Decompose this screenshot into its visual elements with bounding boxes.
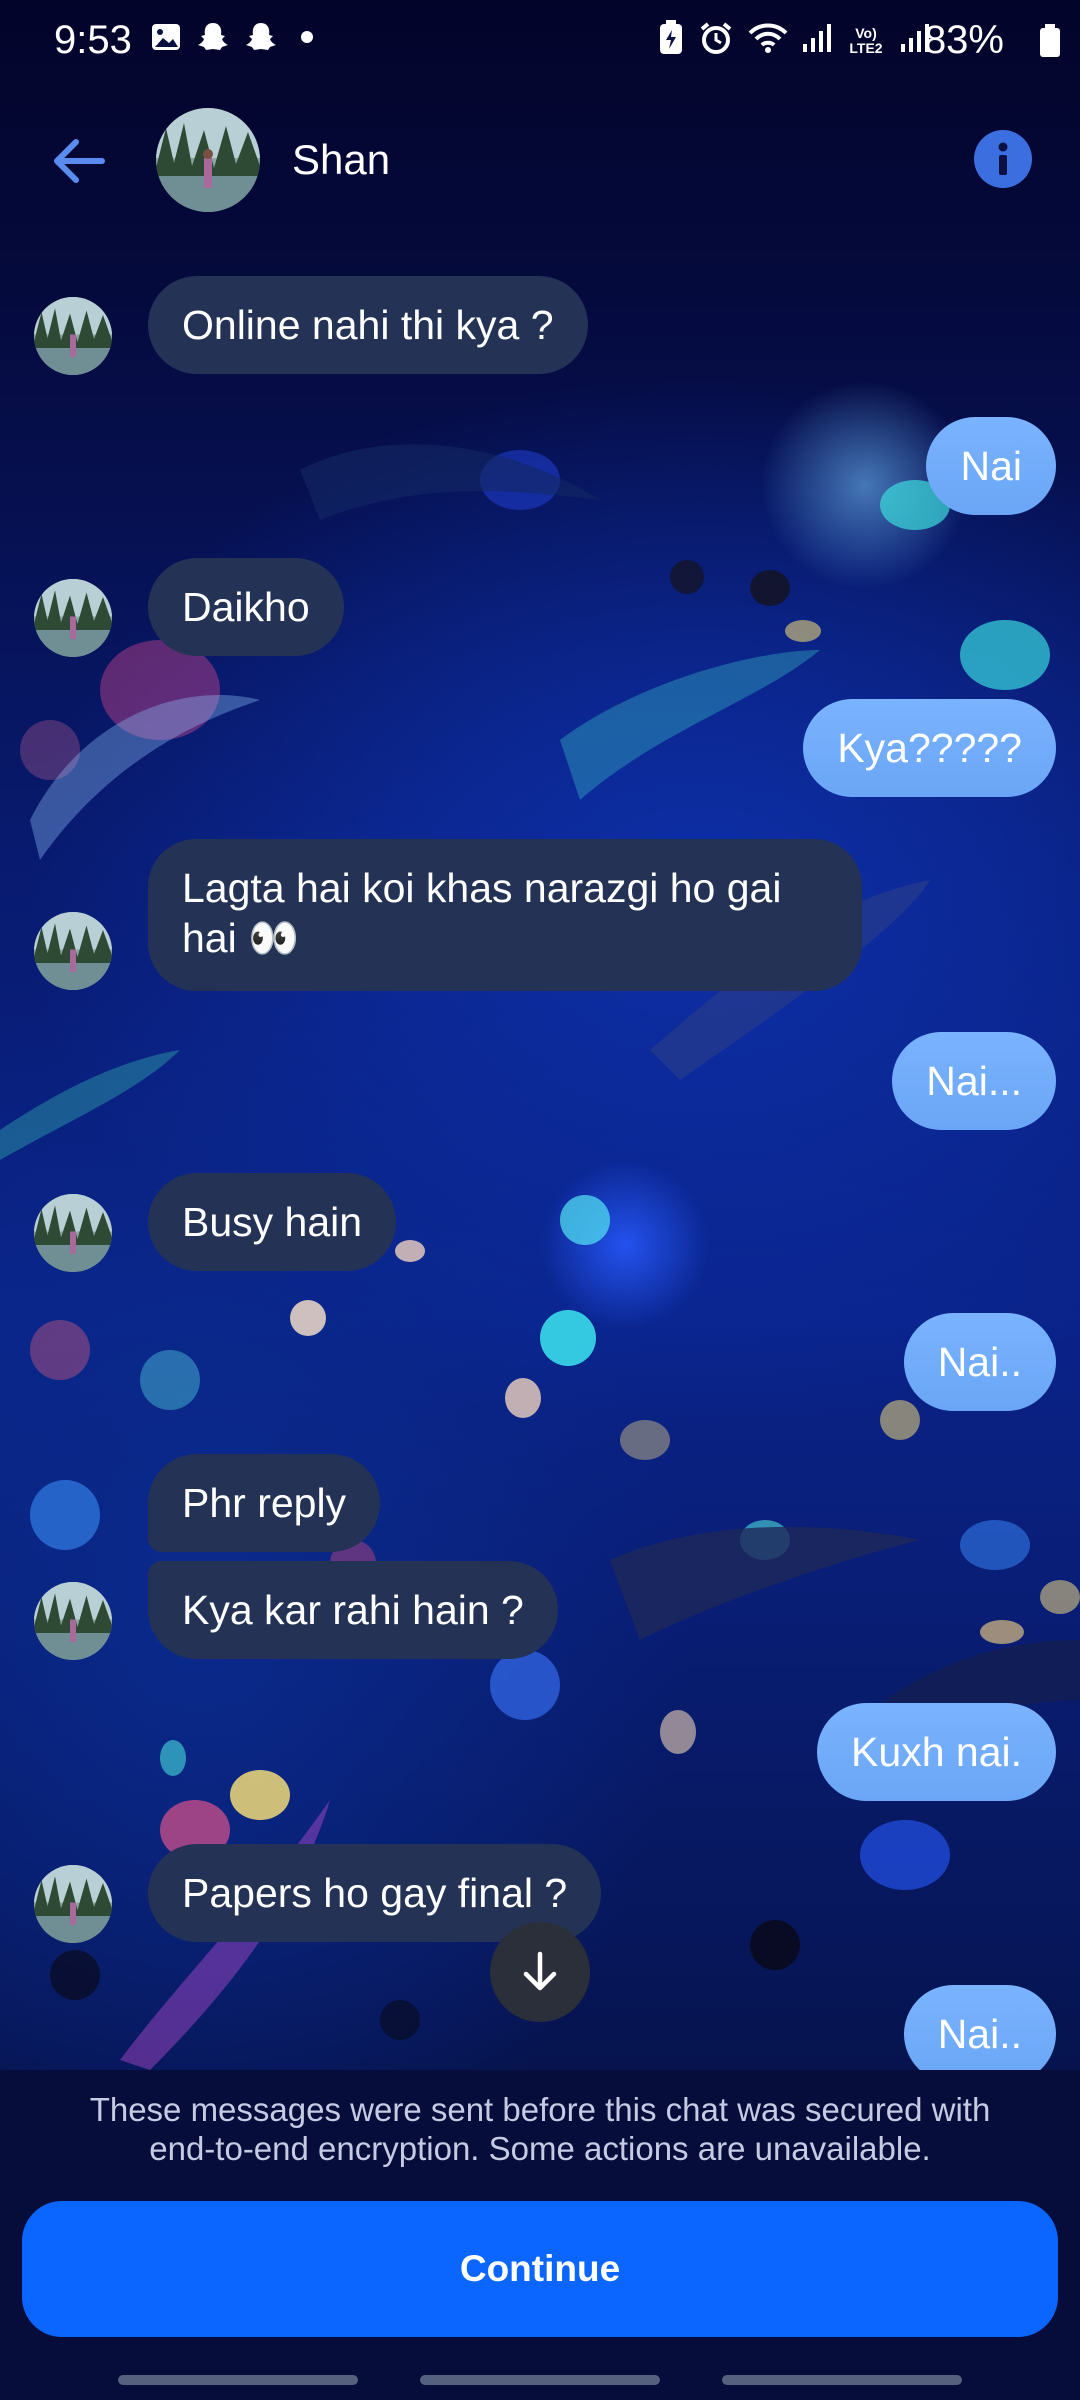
message-bubble-outgoing[interactable]: Nai..	[903, 1313, 1056, 1411]
sender-avatar[interactable]	[34, 1865, 112, 1943]
encryption-footer: These messages were sent before this cha…	[0, 2070, 1080, 2400]
message-list[interactable]: Online nahi thi kya ? Nai Daikho Kya????…	[0, 0, 1080, 2070]
message-bubble-outgoing[interactable]: Kuxh nai.	[817, 1703, 1056, 1801]
sender-avatar[interactable]	[34, 297, 112, 375]
nav-home[interactable]	[420, 2375, 660, 2385]
sender-avatar[interactable]	[34, 1582, 112, 1660]
chat-screen: 9:53 Vo) LTE2 83% Shan Online nahi thi k…	[0, 0, 1080, 2400]
nav-recent-apps[interactable]	[118, 2375, 358, 2385]
scroll-to-bottom-button[interactable]	[490, 1922, 590, 2022]
encryption-notice: These messages were sent before this cha…	[89, 2091, 991, 2167]
message-bubble-outgoing[interactable]: Nai	[926, 417, 1056, 515]
message-bubble-incoming[interactable]: Kya kar rahi hain ?	[148, 1561, 558, 1659]
message-bubble-incoming[interactable]: Online nahi thi kya ?	[148, 276, 588, 374]
message-bubble-outgoing[interactable]: Kya?????	[803, 699, 1056, 797]
message-bubble-outgoing[interactable]: Nai...	[892, 1032, 1056, 1130]
arrow-down-icon	[523, 1951, 557, 1991]
sender-avatar[interactable]	[34, 579, 112, 657]
continue-button[interactable]: Continue	[22, 2201, 1058, 2337]
message-bubble-incoming[interactable]: Lagta hai koi khas narazgi ho gai hai 👀	[148, 839, 862, 991]
nav-back[interactable]	[722, 2375, 962, 2385]
message-bubble-incoming[interactable]: Phr reply	[148, 1454, 381, 1552]
sender-avatar[interactable]	[34, 912, 112, 990]
message-bubble-incoming[interactable]: Busy hain	[148, 1173, 397, 1271]
message-bubble-outgoing[interactable]: Nai..	[903, 1985, 1056, 2070]
sender-avatar[interactable]	[34, 1194, 112, 1272]
message-bubble-incoming[interactable]: Daikho	[148, 558, 344, 656]
